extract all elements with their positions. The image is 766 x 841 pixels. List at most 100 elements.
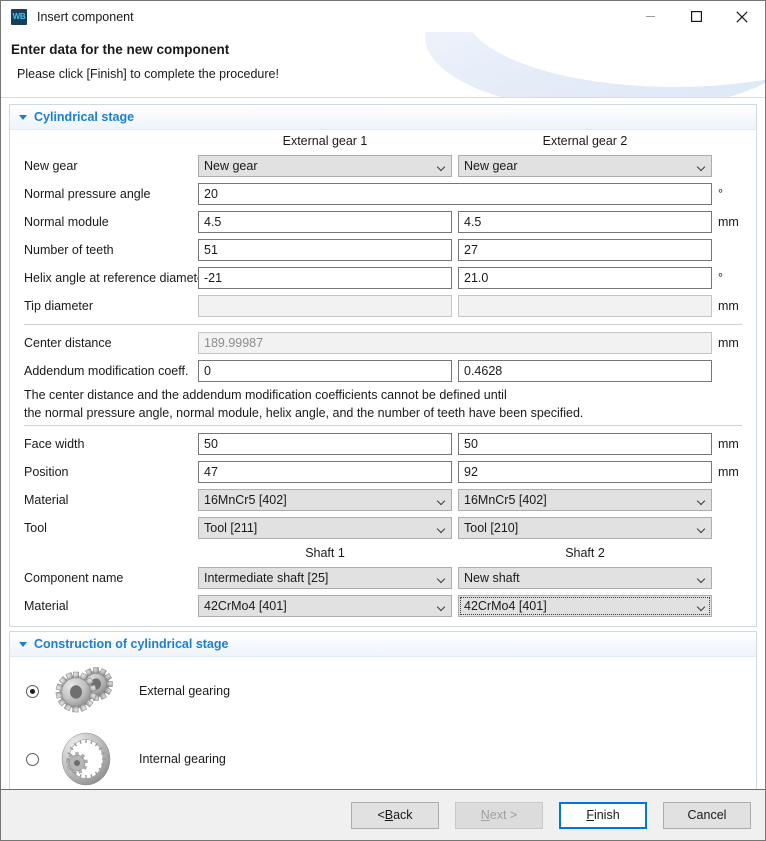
combo-material-shaft-2[interactable]: 42CrMo4 [401]: [458, 595, 712, 617]
title-bar: WB Insert component: [1, 1, 765, 32]
unit-face-width: mm: [712, 437, 752, 451]
row-tip-diameter: Tip diameter mm: [10, 292, 756, 320]
cancel-button[interactable]: Cancel: [663, 802, 751, 829]
next-button: Next >: [455, 802, 543, 829]
combo-component-name-2[interactable]: New shaft: [458, 567, 712, 589]
divider: [24, 324, 742, 325]
unit-normal-module: mm: [712, 215, 752, 229]
next-button-suffix: ext >: [490, 808, 517, 822]
input-position-2[interactable]: 92: [458, 461, 712, 483]
label-normal-module: Normal module: [10, 215, 198, 229]
combo-new-gear-2-value: New gear: [464, 160, 518, 173]
row-face-width: Face width 50 50 mm: [10, 430, 756, 458]
label-component-name: Component name: [10, 571, 198, 585]
finish-button[interactable]: Finish: [559, 802, 647, 829]
combo-new-gear-1-value: New gear: [204, 160, 258, 173]
row-component-name: Component name Intermediate shaft [25] N…: [10, 564, 756, 592]
minimize-button[interactable]: [627, 1, 673, 32]
page-title: Enter data for the new component: [11, 42, 229, 57]
radio-row-external-gearing[interactable]: External gearing: [10, 657, 756, 725]
input-normal-module-1[interactable]: 4.5: [198, 211, 452, 233]
label-new-gear: New gear: [10, 159, 198, 173]
label-material-gear: Material: [10, 493, 198, 507]
group-header-construction[interactable]: Construction of cylindrical stage: [10, 632, 756, 657]
close-button[interactable]: [719, 1, 765, 32]
note-line-2: the normal pressure angle, normal module…: [10, 403, 756, 421]
radio-row-internal-gearing[interactable]: Internal gearing: [10, 725, 756, 789]
row-material-gear: Material 16MnCr5 [402] 16MnCr5 [402]: [10, 486, 756, 514]
chevron-down-icon: [437, 602, 446, 611]
input-number-of-teeth-1[interactable]: 51: [198, 239, 452, 261]
chevron-down-icon: [437, 524, 446, 533]
combo-tool-1-value: Tool [211]: [204, 522, 257, 535]
input-normal-module-2[interactable]: 4.5: [458, 211, 712, 233]
row-normal-pressure-angle: Normal pressure angle 20 °: [10, 180, 756, 208]
combo-new-gear-2[interactable]: New gear: [458, 155, 712, 177]
page-subtitle: Please click [Finish] to complete the pr…: [17, 67, 279, 81]
back-button-prefix: <: [377, 808, 384, 822]
row-number-of-teeth: Number of teeth 51 27: [10, 236, 756, 264]
group-title-label: Construction of cylindrical stage: [34, 637, 228, 651]
window-controls: [627, 1, 765, 32]
input-normal-pressure-angle[interactable]: 20: [198, 183, 712, 205]
input-helix-angle-2[interactable]: 21.0: [458, 267, 712, 289]
next-button-accel: N: [481, 808, 490, 822]
combo-material-shaft-2-value: 42CrMo4 [401]: [464, 600, 547, 613]
column-header-shaft1: Shaft 1: [198, 546, 452, 560]
radio-external-gearing[interactable]: [26, 685, 39, 698]
back-button[interactable]: < Back: [351, 802, 439, 829]
external-gear-pair-icon: [55, 662, 117, 720]
combo-material-gear-2[interactable]: 16MnCr5 [402]: [458, 489, 712, 511]
column-header-shaft2: Shaft 2: [458, 546, 712, 560]
chevron-down-icon: [697, 602, 706, 611]
chevron-down-icon: [437, 496, 446, 505]
input-helix-angle-1[interactable]: -21: [198, 267, 452, 289]
combo-material-gear-1[interactable]: 16MnCr5 [402]: [198, 489, 452, 511]
input-tip-diameter-2: [458, 295, 712, 317]
input-number-of-teeth-2[interactable]: 27: [458, 239, 712, 261]
combo-tool-1[interactable]: Tool [211]: [198, 517, 452, 539]
input-face-width-1[interactable]: 50: [198, 433, 452, 455]
input-addendum-modification-1[interactable]: 0: [198, 360, 452, 382]
radio-label-external-gearing: External gearing: [139, 684, 230, 698]
combo-material-gear-2-value: 16MnCr5 [402]: [464, 494, 547, 507]
label-position: Position: [10, 465, 198, 479]
spacer: [10, 620, 756, 626]
row-tool: Tool Tool [211] Tool [210]: [10, 514, 756, 542]
group-header-cylindrical-stage[interactable]: Cylindrical stage: [10, 105, 756, 130]
radio-internal-gearing[interactable]: [26, 753, 39, 766]
dialog-body: Cylindrical stage External gear 1 Extern…: [1, 98, 765, 789]
chevron-down-icon: [437, 162, 446, 171]
combo-material-shaft-1[interactable]: 42CrMo4 [401]: [198, 595, 452, 617]
column-header-gear1: External gear 1: [198, 134, 452, 148]
label-material-shaft: Material: [10, 599, 198, 613]
window-title: Insert component: [37, 10, 134, 24]
chevron-down-icon: [697, 574, 706, 583]
app-icon: WB: [11, 9, 27, 25]
shaft-column-headers: Shaft 1 Shaft 2: [10, 542, 756, 564]
input-face-width-2[interactable]: 50: [458, 433, 712, 455]
chevron-down-icon: [697, 524, 706, 533]
unit-helix-angle: °: [712, 271, 752, 285]
back-button-accel: B: [385, 808, 393, 822]
label-tool: Tool: [10, 521, 198, 535]
label-tip-diameter: Tip diameter: [10, 299, 198, 313]
column-header-gear2: External gear 2: [458, 134, 712, 148]
chevron-down-icon: [697, 162, 706, 171]
chevron-down-icon: [697, 496, 706, 505]
chevron-down-icon: [437, 574, 446, 583]
combo-new-gear-1[interactable]: New gear: [198, 155, 452, 177]
row-addendum-modification: Addendum modification coeff. 0 0.4628: [10, 357, 756, 385]
input-position-1[interactable]: 47: [198, 461, 452, 483]
row-new-gear: New gear New gear New gear: [10, 152, 756, 180]
wizard-header: Enter data for the new component Please …: [1, 32, 765, 98]
divider: [24, 425, 742, 426]
input-addendum-modification-2[interactable]: 0.4628: [458, 360, 712, 382]
combo-tool-2[interactable]: Tool [210]: [458, 517, 712, 539]
close-icon: [736, 11, 748, 23]
back-button-suffix: ack: [393, 808, 412, 822]
combo-component-name-1[interactable]: Intermediate shaft [25]: [198, 567, 452, 589]
row-helix-angle: Helix angle at reference diameter -21 21…: [10, 264, 756, 292]
maximize-button[interactable]: [673, 1, 719, 32]
row-material-shaft: Material 42CrMo4 [401] 42CrMo4 [401]: [10, 592, 756, 620]
